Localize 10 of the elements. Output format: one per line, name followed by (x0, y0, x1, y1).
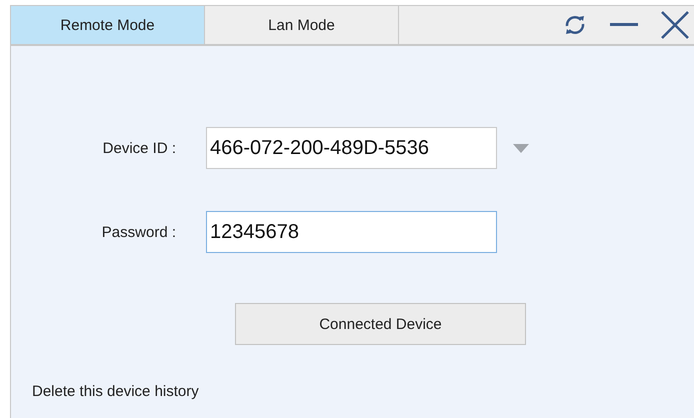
password-field[interactable]: 12345678 (206, 211, 497, 253)
close-icon[interactable] (660, 10, 690, 40)
device-id-field[interactable]: 466-072-200-489D-5536 (206, 127, 497, 169)
mode-tab[interactable]: Lan Mode (205, 6, 399, 46)
field-label: Device ID : (102, 140, 177, 156)
connect-button[interactable]: Connected Device (235, 303, 526, 345)
delete-history-link[interactable]: Delete this device history (32, 383, 199, 400)
minimize-icon[interactable] (610, 23, 638, 27)
field-label: Password : (100, 224, 177, 240)
mode-tab[interactable]: Remote Mode (11, 6, 205, 46)
